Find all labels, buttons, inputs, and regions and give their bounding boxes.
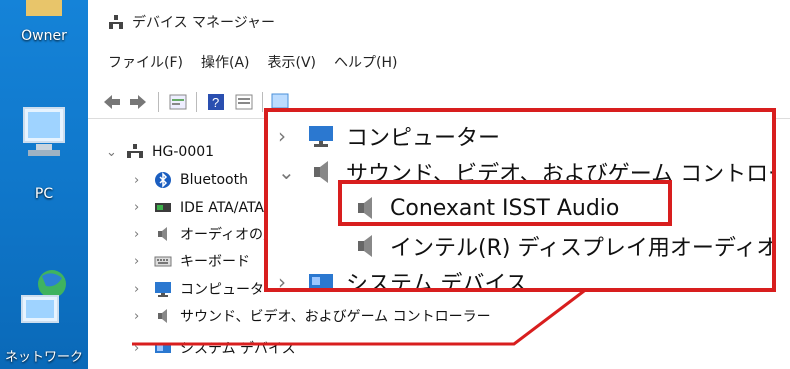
monitor-icon: [308, 123, 334, 149]
speaker-icon: [352, 233, 378, 259]
desktop-label-network: ネットワーク: [4, 350, 83, 365]
speaker-icon: [308, 159, 334, 185]
desktop-label-pc: PC: [34, 186, 54, 202]
owner-folder-icon[interactable]: [0, 0, 88, 24]
zoom-callout: › コンピューター ⌄ サウンド、ビデオ、およびゲーム コントローラー Cone…: [264, 108, 776, 292]
zoom-row-label: インテル(R) ディスプレイ用オーディオ: [390, 236, 776, 261]
system-device-icon: [308, 269, 334, 288]
pc-icon[interactable]: [0, 104, 88, 166]
chevron-right-icon[interactable]: ›: [278, 124, 302, 148]
chevron-down-icon[interactable]: ⌄: [278, 160, 302, 184]
desktop-label-owner: Owner: [21, 28, 67, 44]
zoom-row-label: コンピューター: [346, 126, 501, 151]
network-icon[interactable]: [0, 268, 88, 334]
desktop-strip: Owner PC ネットワーク: [0, 0, 88, 369]
zoom-row-clipped[interactable]: › システム デバイス: [278, 264, 528, 292]
chevron-right-icon[interactable]: ›: [278, 270, 302, 288]
zoom-row[interactable]: › コンピューター: [278, 118, 500, 154]
device-manager-window: デバイス マネージャー ファイル(F) 操作(A) 表示(V) ヘルプ(H) ?: [88, 0, 790, 369]
zoom-row[interactable]: インテル(R) ディスプレイ用オーディオ: [346, 228, 776, 264]
zoom-row-label: システム デバイス: [346, 272, 528, 292]
highlight-box: [338, 180, 672, 226]
